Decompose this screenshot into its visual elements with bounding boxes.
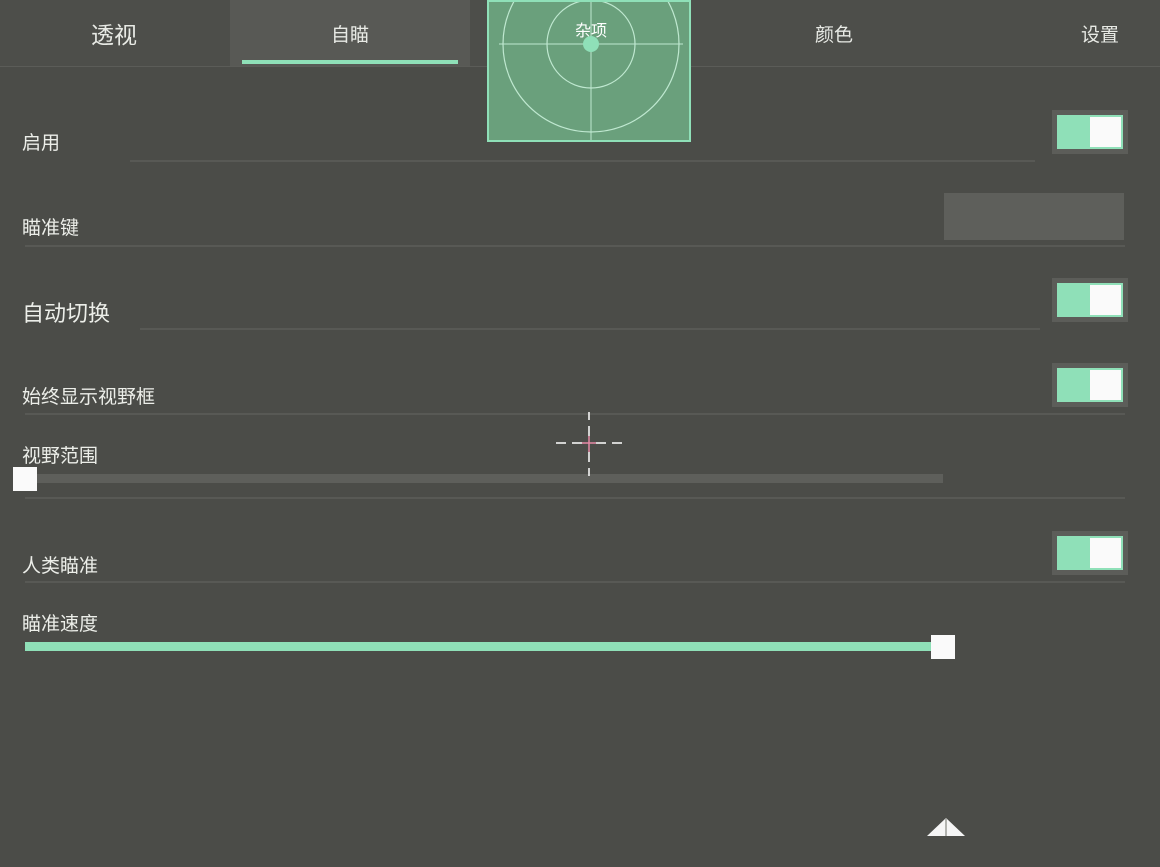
aim-key-field[interactable] [944, 193, 1124, 240]
tab-aimbot[interactable]: 自瞄 [230, 0, 470, 66]
toggle-knob [1090, 370, 1121, 400]
auto-switch-toggle[interactable] [1052, 278, 1128, 322]
auto-switch-label: 自动切换 [22, 302, 111, 327]
divider [25, 245, 1125, 247]
tab-settings-label: 设置 [1080, 23, 1119, 46]
divider [130, 160, 1035, 162]
radar-widget[interactable]: 杂项 [487, 0, 691, 142]
tab-esp-label: 透视 [91, 23, 137, 49]
divider [140, 328, 1040, 330]
divider [25, 497, 1125, 499]
enable-label: 启用 [22, 132, 61, 154]
always-show-fov-toggle[interactable] [1052, 363, 1128, 407]
toggle-knob [1090, 538, 1121, 568]
tab-colors-label: 颜色 [814, 23, 853, 46]
humanized-aim-toggle[interactable] [1052, 531, 1128, 575]
aim-speed-slider-thumb[interactable] [931, 635, 955, 659]
tab-settings[interactable]: 设置 [1040, 0, 1160, 66]
always-show-fov-label: 始终显示视野框 [22, 386, 156, 408]
tab-colors[interactable]: 颜色 [694, 0, 974, 66]
toggle-knob [1090, 117, 1121, 147]
tab-misc[interactable]: 杂项 [489, 17, 689, 41]
fov-range-slider-thumb[interactable] [13, 467, 37, 491]
fov-range-label: 视野范围 [22, 445, 99, 467]
chevron-up-icon[interactable] [927, 818, 965, 838]
divider [25, 581, 1125, 583]
enable-toggle[interactable] [1052, 110, 1128, 154]
aim-speed-label: 瞄准速度 [22, 613, 99, 635]
tab-esp[interactable]: 透视 [0, 0, 228, 66]
active-tab-indicator [242, 60, 458, 64]
aim-key-label: 瞄准键 [22, 217, 80, 239]
tab-aimbot-label: 自瞄 [330, 23, 369, 46]
toggle-knob [1090, 285, 1121, 315]
aim-speed-slider-fill [25, 642, 943, 651]
crosshair-icon [556, 412, 622, 476]
humanized-aim-label: 人类瞄准 [22, 555, 99, 577]
fov-range-slider[interactable] [25, 474, 943, 483]
